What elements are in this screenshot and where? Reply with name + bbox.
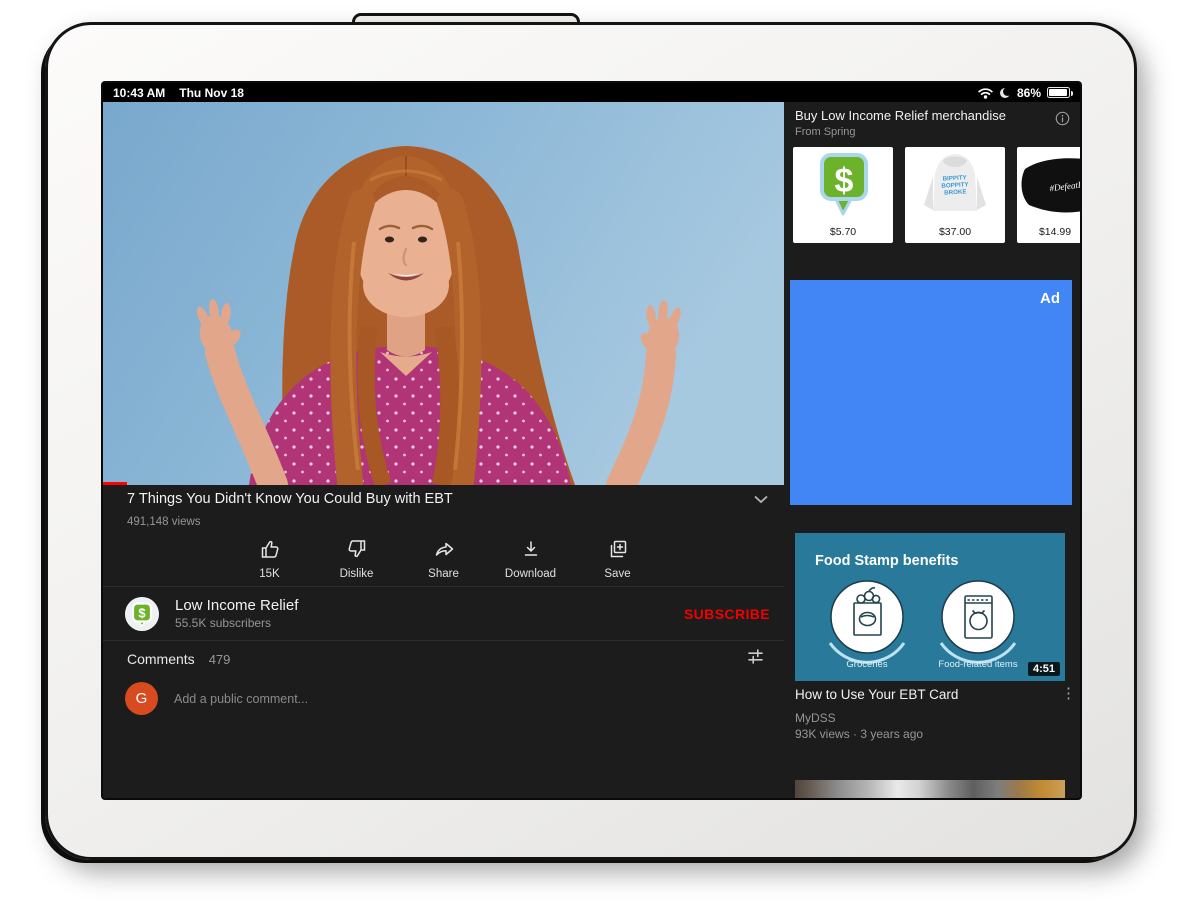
channel-name: Low Income Relief [175, 597, 298, 614]
like-button[interactable]: 15K [226, 538, 313, 580]
comments-header-row[interactable]: Comments 479 [103, 641, 784, 677]
svg-text:Food-related items: Food-related items [938, 659, 1017, 670]
next-video-thumbnail-partial[interactable] [795, 780, 1065, 798]
dislike-button[interactable]: Dislike [313, 538, 400, 580]
comments-count: 479 [209, 652, 231, 667]
merch-price: $5.70 [793, 226, 893, 238]
hoodie-image: BIPPITY BOPPITY BROKE [905, 147, 1005, 219]
fanny-pack-image: #DefeatPo [1017, 147, 1080, 219]
tablet-screen: 10:43 AM Thu Nov 18 [103, 83, 1080, 798]
video-frame-presenter [103, 102, 784, 485]
merch-price: $37.00 [905, 226, 1005, 238]
share-label: Share [428, 568, 459, 580]
video-player[interactable] [103, 102, 784, 485]
svg-text:Food Stamp benefits: Food Stamp benefits [815, 553, 958, 569]
battery-percent: 86% [1017, 86, 1041, 100]
download-label: Download [505, 568, 556, 580]
comment-placeholder: Add a public comment... [174, 692, 308, 706]
merch-card-hoodie[interactable]: BIPPITY BOPPITY BROKE $37.00 [905, 147, 1005, 243]
watch-column: 7 Things You Didn't Know You Could Buy w… [103, 102, 784, 798]
comment-input-row[interactable]: G Add a public comment... [125, 682, 308, 715]
save-playlist-icon [607, 538, 629, 563]
merch-price: $14.99 [1032, 226, 1078, 238]
video-title: 7 Things You Didn't Know You Could Buy w… [127, 491, 453, 507]
battery-icon [1047, 87, 1070, 98]
duration-badge: 4:51 [1028, 662, 1060, 676]
suggested-video-channel: MyDSS [795, 711, 836, 725]
tablet-device-frame: 10:43 AM Thu Nov 18 [45, 22, 1137, 860]
video-progress-bar[interactable] [103, 482, 127, 485]
do-not-disturb-moon-icon [999, 87, 1011, 99]
save-button[interactable]: Save [574, 538, 661, 580]
page-background: 10:43 AM Thu Nov 18 [0, 0, 1200, 904]
channel-row[interactable]: $ Low Income Relief 55.5K subscribers SU… [103, 587, 784, 640]
ad-banner[interactable]: Ad [790, 280, 1072, 505]
share-icon [433, 538, 455, 563]
merch-shelf-source: From Spring [795, 126, 856, 138]
merch-card-sticker[interactable]: $ $5.70 [793, 147, 893, 243]
suggestions-sidebar: Buy Low Income Relief merchandise From S… [790, 102, 1080, 798]
action-bar: 15K Dislike [103, 538, 784, 580]
download-icon [520, 538, 542, 563]
svg-text:BROKE: BROKE [944, 188, 967, 196]
info-button[interactable] [1055, 111, 1070, 131]
view-count: 491,148 views [127, 516, 201, 528]
comments-sort-button[interactable] [747, 648, 764, 670]
merch-shelf-title: Buy Low Income Relief merchandise [795, 108, 1045, 123]
suggested-video-meta: 93K views · 3 years ago [795, 727, 923, 741]
wifi-icon [978, 87, 993, 99]
merch-card-fanny-pack[interactable]: #DefeatPo $14.99 [1017, 147, 1080, 243]
like-count: 15K [259, 568, 279, 580]
sort-icon [747, 648, 764, 670]
chevron-down-icon[interactable] [754, 495, 768, 504]
user-avatar[interactable]: G [125, 682, 158, 715]
channel-subscribers: 55.5K subscribers [175, 616, 298, 630]
svg-text:Groceries: Groceries [846, 659, 887, 670]
merch-card-list: $ $5.70 BIPPITY BOPPITY [790, 147, 1080, 243]
ad-badge: Ad [1040, 290, 1060, 307]
comments-header: Comments [127, 651, 195, 667]
info-icon [1055, 111, 1070, 131]
status-date: Thu Nov 18 [179, 86, 244, 100]
svg-text:$: $ [835, 162, 854, 200]
save-label: Save [604, 568, 630, 580]
subscribe-button[interactable]: SUBSCRIBE [684, 606, 770, 622]
suggested-video-thumbnail[interactable]: Food Stamp benefits [795, 533, 1065, 681]
status-time: 10:43 AM [113, 86, 165, 100]
thumbs-up-icon [259, 538, 281, 563]
share-button[interactable]: Share [400, 538, 487, 580]
dollar-sticker-image: $ [793, 147, 893, 219]
svg-text:$: $ [138, 605, 146, 620]
download-button[interactable]: Download [487, 538, 574, 580]
kebab-menu-icon[interactable]: ⋮ [1061, 686, 1076, 701]
suggested-video-title[interactable]: How to Use Your EBT Card [795, 687, 1047, 702]
thumbs-down-icon [346, 538, 368, 563]
channel-avatar[interactable]: $ [125, 597, 159, 631]
dislike-label: Dislike [340, 568, 374, 580]
status-bar: 10:43 AM Thu Nov 18 [103, 83, 1080, 102]
